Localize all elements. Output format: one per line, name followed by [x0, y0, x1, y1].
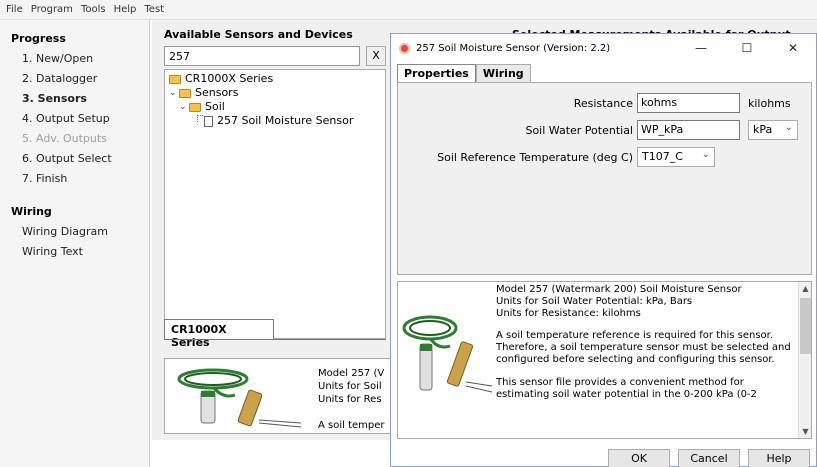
wiring-title: Wiring: [11, 205, 52, 218]
description-scrollbar[interactable]: ▲ ▼: [798, 282, 811, 438]
tree-node-label: 257 Soil Moisture Sensor: [217, 114, 354, 127]
app-icon: [399, 42, 410, 54]
tree-node-label: Soil: [205, 100, 225, 113]
swp-unit-select[interactable]: kPa ⌄: [748, 120, 798, 140]
chevron-down-icon: ⌄: [784, 122, 793, 133]
sensor-search-input[interactable]: [164, 46, 360, 66]
info-line: Units for Soil: [318, 381, 382, 392]
cancel-button[interactable]: Cancel: [678, 449, 740, 467]
chevron-down-icon[interactable]: ⌄: [179, 100, 189, 114]
resistance-field[interactable]: kohms: [637, 93, 740, 113]
menu-program[interactable]: Program: [27, 4, 77, 15]
info-line: A soil temper: [318, 420, 385, 431]
temp-select-value: T107_C: [642, 150, 683, 163]
sensor-image: [402, 315, 493, 393]
wiring-text-link[interactable]: Wiring Text: [0, 242, 149, 262]
resistance-label: Resistance: [573, 97, 633, 110]
tab-wiring[interactable]: Wiring: [475, 64, 531, 82]
menu-test[interactable]: Test: [140, 4, 168, 15]
menu-tools[interactable]: Tools: [77, 4, 110, 15]
info-line: Model 257 (V: [318, 368, 385, 379]
tab-properties[interactable]: Properties: [397, 64, 476, 82]
swp-unit-value: kPa: [753, 123, 773, 136]
progress-step[interactable]: 1. New/Open: [0, 49, 149, 69]
description-text: Model 257 (Watermark 200) Soil Moisture …: [496, 284, 798, 411]
progress-step: 5. Adv. Outputs: [22, 132, 107, 145]
tree-node-257-sensor[interactable]: 257 Soil Moisture Sensor: [165, 114, 385, 128]
wiring-diagram-link[interactable]: Wiring Diagram: [0, 222, 149, 242]
scroll-down-icon[interactable]: ▼: [799, 427, 811, 436]
help-button[interactable]: Help: [748, 449, 810, 467]
sensor-properties-dialog: 257 Soil Moisture Sensor (Version: 2.2) …: [390, 33, 817, 467]
tree-node-soil[interactable]: ⌄ Soil: [165, 100, 385, 114]
dialog-tabs: Properties Wiring: [397, 64, 531, 82]
sensor-info-text: Model 257 (V Units for Soil Units for Re…: [318, 367, 385, 432]
progress-step[interactable]: 3. Sensors: [0, 89, 149, 109]
menu-file[interactable]: File: [2, 4, 27, 15]
clear-search-button[interactable]: X: [366, 46, 386, 66]
left-nav-panel: Progress 1. New/Open 2. Datalogger 3. Sens…: [0, 20, 150, 467]
tree-node-label: CR1000X Series: [185, 72, 274, 85]
swp-label: Soil Water Potential: [525, 124, 633, 137]
description-paragraph: This sensor file provides a convenient m…: [496, 376, 757, 400]
description-paragraph: Model 257 (Watermark 200) Soil Moisture …: [496, 284, 742, 319]
swp-field[interactable]: WP_kPa: [637, 120, 740, 140]
temp-select[interactable]: T107_C ⌄: [637, 147, 715, 167]
scrollbar-thumb[interactable]: [800, 298, 811, 354]
progress-list: 1. New/Open 2. Datalogger 3. Sensors 4. Out…: [0, 49, 149, 189]
tree-node-root[interactable]: CR1000X Series: [165, 72, 385, 86]
scroll-up-icon[interactable]: ▲: [799, 284, 811, 293]
folder-open-icon: [189, 102, 201, 112]
window-controls: — ☐ ✕: [678, 34, 816, 62]
resistance-unit: kilohms: [748, 97, 791, 110]
menu-bar: File Program Tools Help Test: [0, 0, 817, 20]
description-paragraph: A soil temperature reference is required…: [496, 330, 791, 365]
description-box: Model 257 (Watermark 200) Soil Moisture …: [397, 281, 812, 439]
tree-node-label: Sensors: [195, 86, 239, 99]
tree-connector: [197, 114, 203, 122]
chevron-down-icon: ⌄: [701, 149, 710, 160]
folder-icon: [169, 74, 181, 84]
progress-step[interactable]: 6. Output Select: [0, 149, 149, 169]
progress-step[interactable]: 4. Output Setup: [0, 109, 149, 129]
folder-open-icon: [179, 88, 191, 98]
maximize-icon[interactable]: ☐: [724, 34, 770, 62]
tab-divider: [164, 339, 386, 340]
ok-button[interactable]: OK: [608, 449, 670, 467]
progress-step[interactable]: 7. Finish: [0, 169, 149, 189]
dialog-button-row: OK Cancel Help: [608, 449, 810, 467]
menu-help[interactable]: Help: [110, 4, 141, 15]
tree-node-sensors[interactable]: ⌄ Sensors: [165, 86, 385, 100]
minimize-icon[interactable]: —: [678, 34, 724, 62]
progress-step[interactable]: 2. Datalogger: [0, 69, 149, 89]
chevron-down-icon[interactable]: ⌄: [169, 86, 179, 100]
dialog-title: 257 Soil Moisture Sensor (Version: 2.2): [416, 42, 611, 54]
sensor-image: [177, 368, 302, 428]
sensor-tree[interactable]: CR1000X Series ⌄ Sensors ⌄ Soil 257 Soil…: [164, 69, 386, 339]
close-icon[interactable]: ✕: [770, 34, 816, 62]
available-sensors-title: Available Sensors and Devices: [164, 28, 353, 41]
temp-label: Soil Reference Temperature (deg C): [437, 151, 633, 164]
sensor-info-box: Model 257 (V Units for Soil Units for Re…: [164, 358, 392, 434]
tab-cr1000x-series[interactable]: CR1000X Series: [164, 319, 274, 349]
properties-panel: Resistance kohms kilohms Soil Water Pote…: [397, 82, 812, 275]
info-line: Units for Res: [318, 394, 382, 405]
progress-title: Progress: [11, 32, 66, 45]
file-icon: [204, 115, 213, 127]
